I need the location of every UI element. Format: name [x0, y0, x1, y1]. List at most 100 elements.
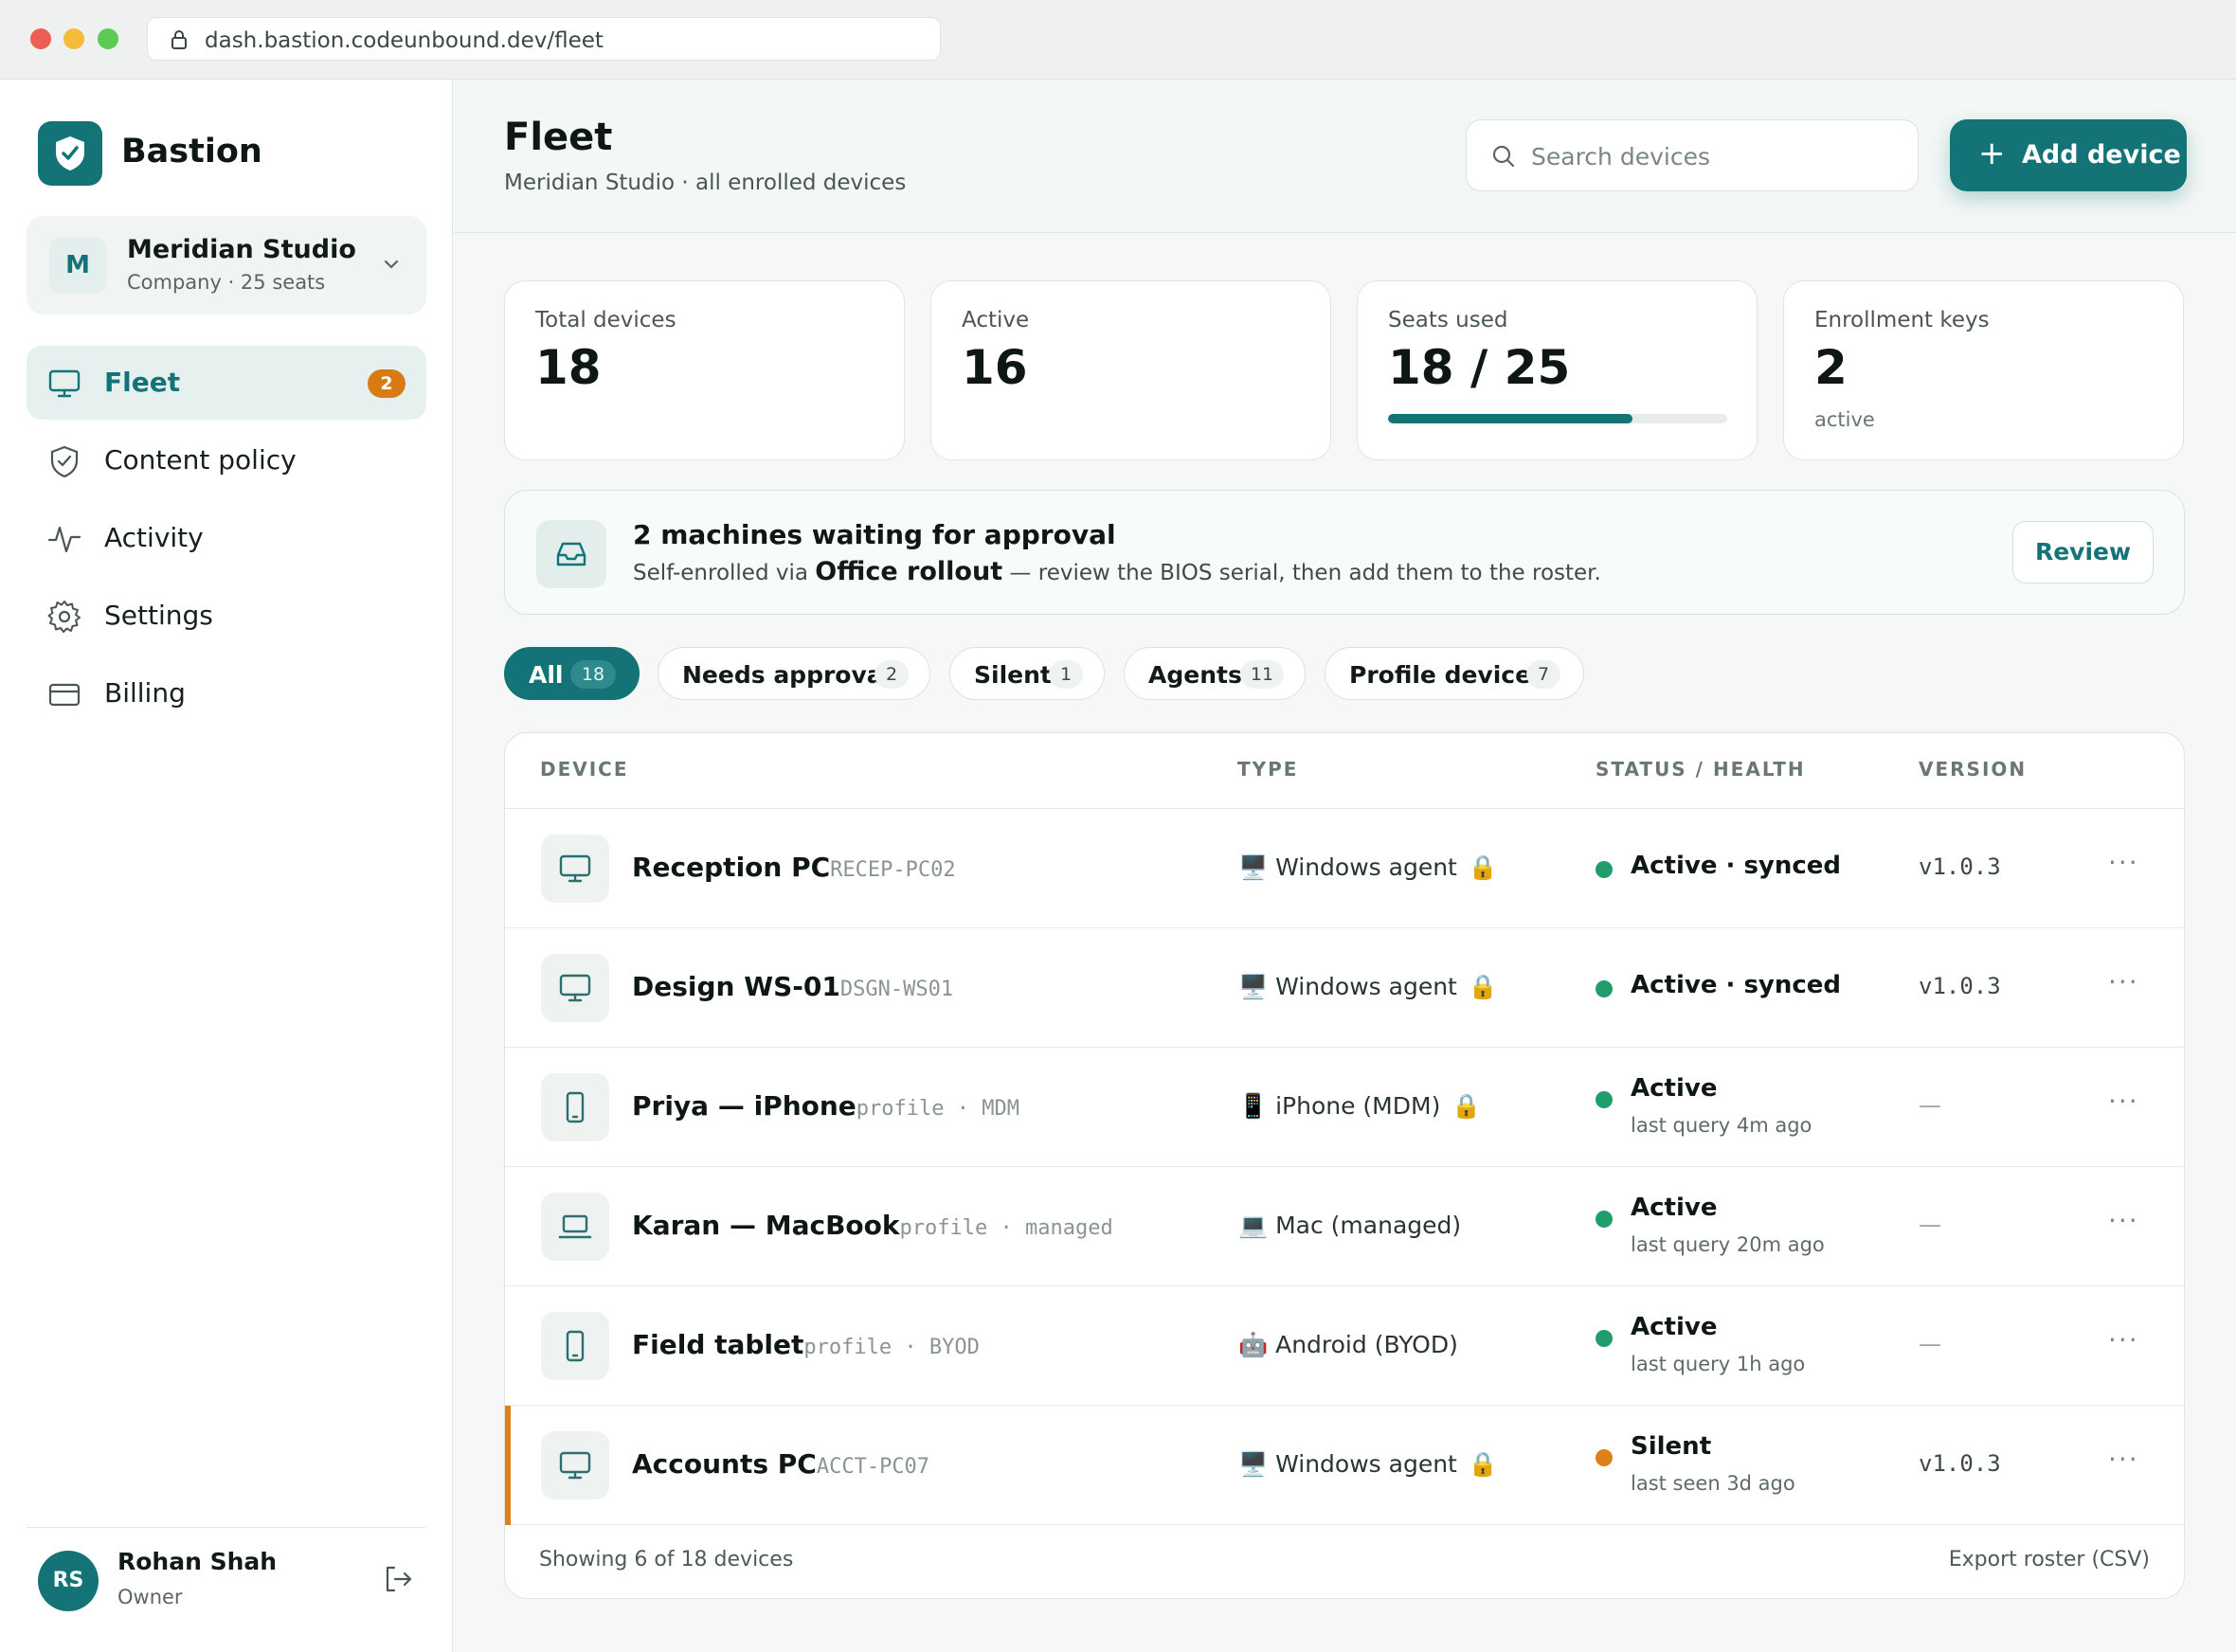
- close-window-button[interactable]: [30, 28, 51, 49]
- sidebar-divider: [27, 1527, 426, 1528]
- phone-icon: [566, 1091, 585, 1123]
- filter-chip-profile-devices[interactable]: Profile devices 7: [1325, 647, 1584, 700]
- device-name: Reception PCRECEP-PC02: [632, 852, 956, 883]
- table-row[interactable]: Design WS-01DSGN-WS01 🖥️ Windows agent 🔒 Ac…: [505, 928, 2184, 1048]
- device-icon-wrap: [541, 954, 609, 1022]
- filter-label: All: [529, 661, 564, 689]
- address-bar[interactable]: dash.bastion.codeunbound.dev/fleet: [147, 17, 941, 61]
- nav-label-billing: Billing: [104, 677, 186, 709]
- nav-item-content-policy[interactable]: Content policy: [27, 423, 426, 497]
- device-type-emoji: 🖥️: [1238, 973, 1269, 1000]
- more-options-button[interactable]: ···: [2108, 1444, 2139, 1475]
- device-icon-wrap: [541, 835, 609, 903]
- logout-icon[interactable]: [381, 1562, 415, 1596]
- export-roster-link[interactable]: Export roster (CSV): [1949, 1548, 2150, 1571]
- version-text: v1.0.3: [1919, 853, 2001, 880]
- nav-item-settings[interactable]: Settings: [27, 579, 426, 653]
- plus-icon: +: [1978, 135, 2006, 172]
- more-options-button[interactable]: ···: [2108, 966, 2139, 997]
- nav-label-activity: Activity: [104, 522, 204, 553]
- column-header-type[interactable]: TYPE: [1237, 758, 1298, 781]
- stat-enrollment-keys: Enrollment keys 2 active: [1783, 280, 2184, 460]
- device-type-emoji: 📱: [1238, 1092, 1269, 1120]
- column-header-device[interactable]: DEVICE: [540, 758, 629, 781]
- search-icon: [1492, 145, 1515, 168]
- shield-check-icon: [56, 136, 84, 171]
- filter-count: 11: [1240, 660, 1284, 689]
- more-options-button[interactable]: ···: [2108, 1205, 2139, 1236]
- laptop-icon: [558, 1214, 592, 1239]
- approval-banner: 2 machines waiting for approval Self-enr…: [504, 490, 2185, 615]
- version-text: —: [1919, 1331, 1941, 1357]
- nav-item-activity[interactable]: Activity: [27, 501, 426, 575]
- status-dot: [1596, 980, 1613, 997]
- sidebar: Bastion M Meridian Studio Company · 25 s…: [0, 80, 453, 1652]
- filter-label: Silent: [974, 661, 1052, 689]
- nav-label-settings: Settings: [104, 600, 213, 631]
- bastion-logo: [38, 121, 102, 186]
- filter-label: Needs approval: [682, 661, 892, 689]
- page-subtitle: Meridian Studio · all enrolled devices: [504, 171, 907, 195]
- table-row[interactable]: Accounts PCACCT-PC07 🖥️ Windows agent 🔒 Sil…: [505, 1406, 2184, 1525]
- more-options-button[interactable]: ···: [2108, 1324, 2139, 1356]
- lock-icon: 🔒: [1468, 1450, 1498, 1478]
- stat-label: Enrollment keys: [1814, 308, 1990, 332]
- table-row[interactable]: Reception PCRECEP-PC02 🖥️ Windows agent 🔒 A…: [505, 809, 2184, 928]
- status-subtext: last seen 3d ago: [1631, 1472, 1795, 1495]
- activity-icon: [47, 526, 81, 553]
- org-subtitle: Company · 25 seats: [127, 271, 326, 294]
- device-id: ACCT-PC07: [816, 1455, 930, 1479]
- table-row[interactable]: Priya — iPhoneprofile · MDM 📱 iPhone (MDM…: [505, 1048, 2184, 1167]
- device-name: Accounts PCACCT-PC07: [632, 1448, 929, 1480]
- status-dot: [1596, 1449, 1613, 1466]
- device-type-emoji: 🖥️: [1238, 853, 1269, 881]
- nav-item-fleet[interactable]: Fleet 2: [27, 346, 426, 420]
- stat-value: 16: [962, 340, 1028, 395]
- user-name: Rohan Shah: [117, 1548, 278, 1575]
- filter-chip-all[interactable]: All 18: [504, 647, 640, 700]
- lock-icon: [171, 30, 187, 49]
- status-text: Active · synced: [1631, 971, 1842, 999]
- search-box[interactable]: [1466, 119, 1919, 191]
- nav-label-fleet: Fleet: [104, 367, 181, 398]
- device-id: RECEP-PC02: [830, 858, 956, 882]
- org-avatar: M: [49, 237, 106, 294]
- search-input[interactable]: [1531, 139, 1891, 173]
- filter-chip-needs-approval[interactable]: Needs approval 2: [658, 647, 930, 700]
- device-id: DSGN-WS01: [839, 978, 954, 1001]
- device-type-emoji: 🤖: [1238, 1331, 1269, 1358]
- more-options-button[interactable]: ···: [2108, 1086, 2139, 1117]
- column-header-version[interactable]: VERSION: [1919, 758, 2027, 781]
- gear-icon: [47, 601, 81, 633]
- maximize-window-button[interactable]: [98, 28, 118, 49]
- org-switcher[interactable]: M Meridian Studio Company · 25 seats: [27, 216, 426, 314]
- add-device-label: Add device: [2022, 140, 2181, 170]
- column-header-status[interactable]: STATUS / HEALTH: [1596, 758, 1806, 781]
- table-row[interactable]: Field tabletprofile · BYOD 🤖 Android (BYO…: [505, 1286, 2184, 1406]
- filter-count: 1: [1049, 660, 1083, 689]
- more-options-button[interactable]: ···: [2108, 847, 2139, 878]
- minimize-window-button[interactable]: [63, 28, 84, 49]
- device-type-text: Mac (managed): [1275, 1212, 1462, 1239]
- device-name-text: Accounts PC: [632, 1448, 817, 1480]
- table-row[interactable]: Karan — MacBookprofile · managed 💻 Mac (m…: [505, 1167, 2184, 1286]
- status-text: Active: [1631, 1074, 1718, 1103]
- filter-chip-agents[interactable]: Agents 11: [1124, 647, 1306, 700]
- status-text: Active: [1631, 1194, 1718, 1222]
- banner-sub-source: Office rollout: [815, 557, 1003, 586]
- add-device-button[interactable]: + Add device: [1950, 119, 2187, 191]
- device-name: Design WS-01DSGN-WS01: [632, 971, 953, 1002]
- inbox-icon: [556, 542, 586, 566]
- review-button[interactable]: Review: [2012, 521, 2154, 584]
- filter-count: 18: [570, 660, 616, 689]
- device-icon-wrap: [541, 1312, 609, 1380]
- url-text: dash.bastion.codeunbound.dev/fleet: [205, 28, 604, 53]
- device-type: 💻 Mac (managed): [1238, 1212, 1461, 1240]
- phone-icon: [566, 1330, 585, 1362]
- status-text: Active · synced: [1631, 852, 1842, 880]
- device-type: 📱 iPhone (MDM) 🔒: [1238, 1092, 1481, 1121]
- user-avatar[interactable]: RS: [38, 1551, 99, 1611]
- nav-item-billing[interactable]: Billing: [27, 656, 426, 730]
- banner-sub-suffix: — review the BIOS serial, then add them …: [1002, 561, 1601, 585]
- filter-chip-silent[interactable]: Silent 1: [949, 647, 1105, 700]
